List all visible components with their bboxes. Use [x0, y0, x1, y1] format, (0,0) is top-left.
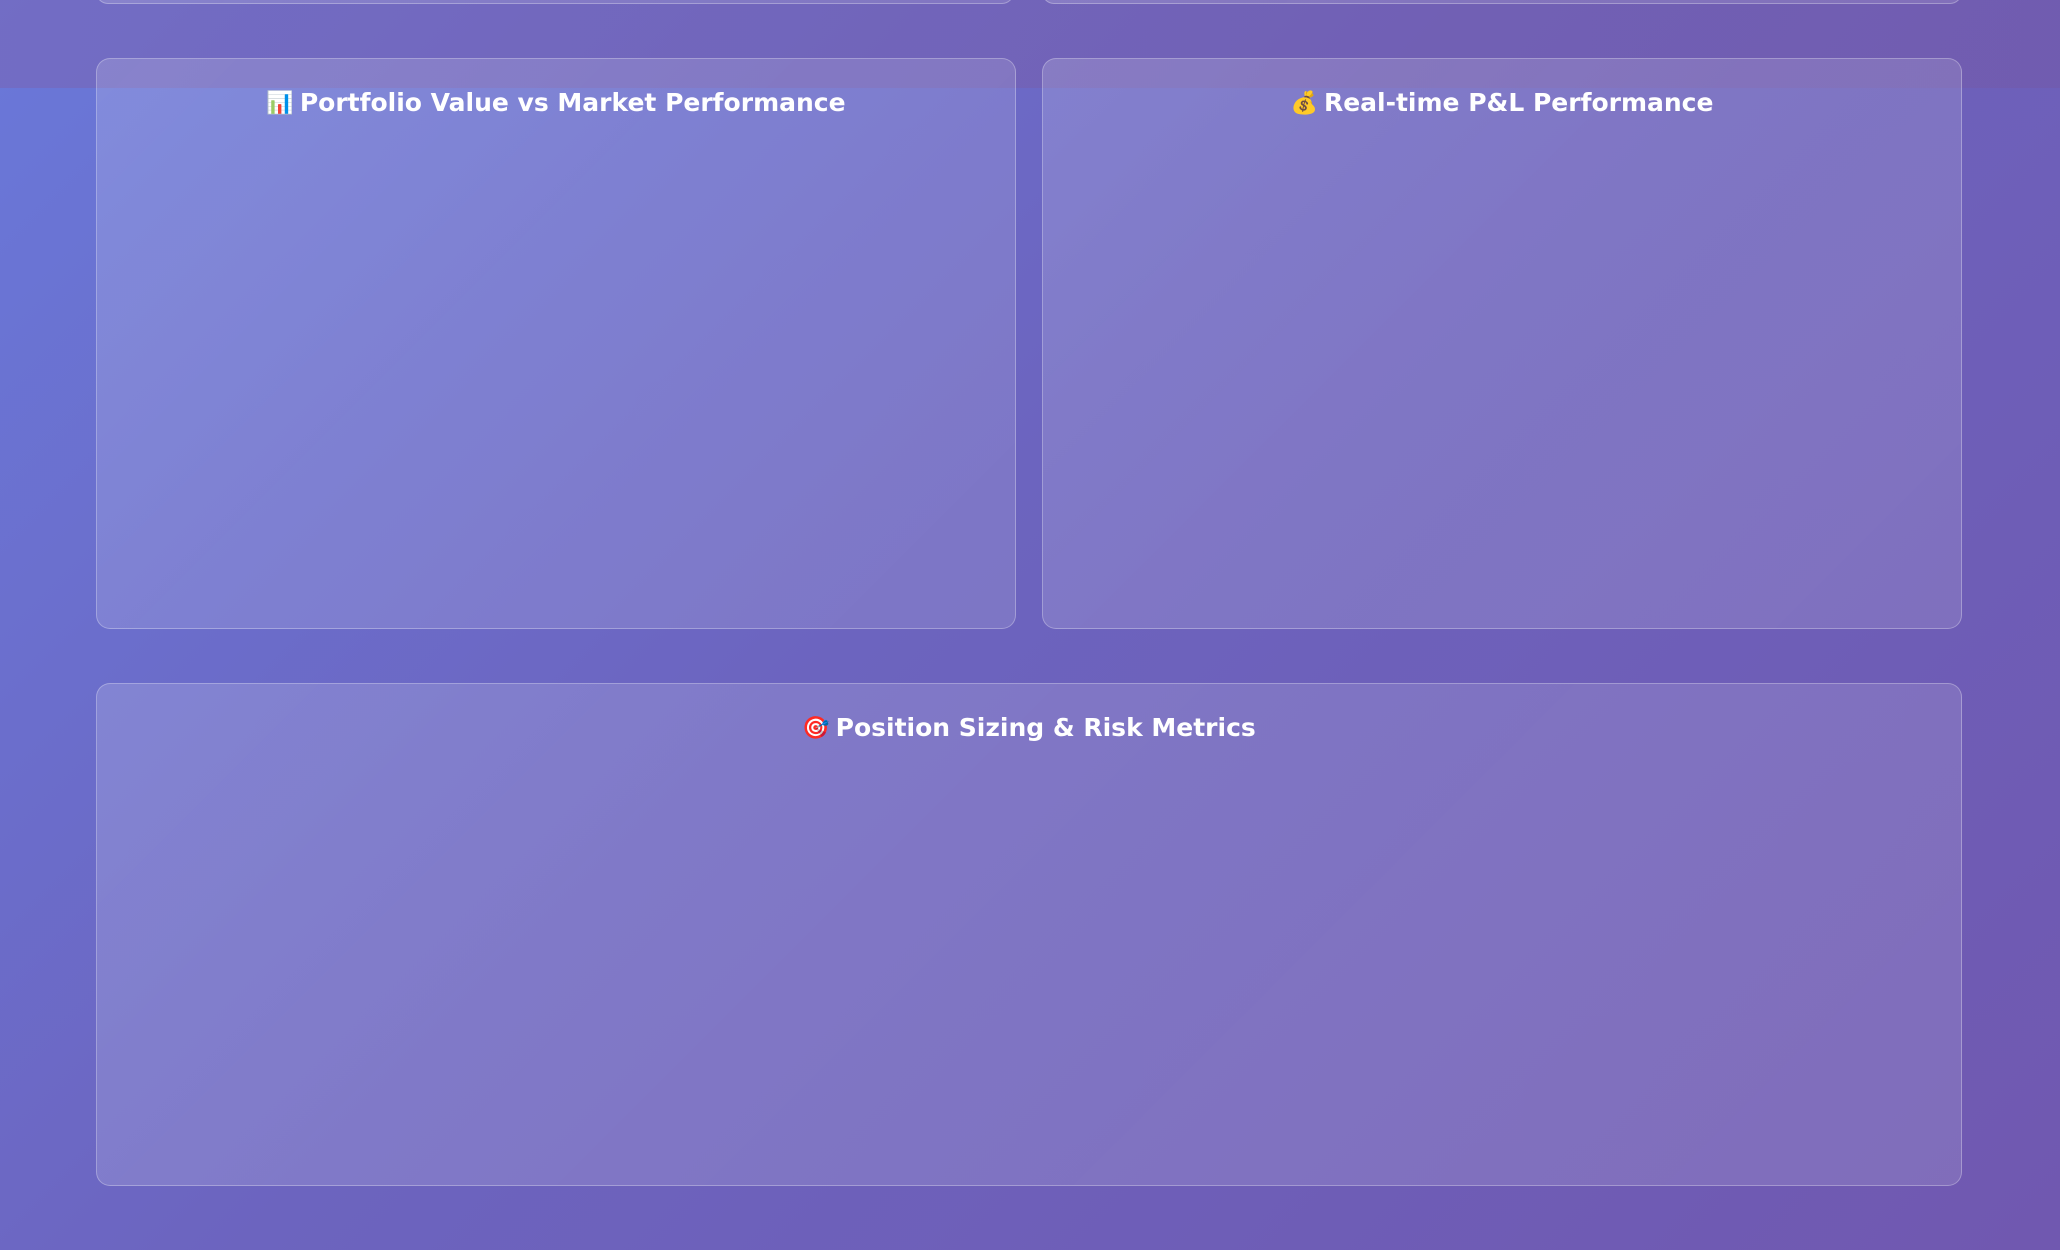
pnl-chart-area	[1067, 139, 1937, 608]
position-sizing-chart-area	[121, 764, 1937, 1165]
position-sizing-panel: 🎯 Position Sizing & Risk Metrics	[96, 683, 1962, 1186]
portfolio-chart-title-text: Portfolio Value vs Market Performance	[299, 88, 846, 117]
upper-panel-right-partial	[1042, 0, 1962, 4]
pnl-chart-panel: 💰 Real-time P&L Performance	[1042, 58, 1962, 629]
portfolio-chart-area	[121, 139, 991, 608]
position-sizing-title-text: Position Sizing & Risk Metrics	[835, 713, 1256, 742]
upper-panel-left-partial	[96, 0, 1014, 4]
bar-chart-icon: 📊	[266, 91, 294, 116]
position-sizing-title: 🎯 Position Sizing & Risk Metrics	[97, 712, 1961, 745]
pnl-chart-title-text: Real-time P&L Performance	[1323, 88, 1714, 117]
pnl-chart-title: 💰 Real-time P&L Performance	[1043, 87, 1961, 120]
target-icon: 🎯	[802, 716, 830, 741]
money-bag-icon: 💰	[1290, 91, 1318, 116]
portfolio-chart-title: 📊 Portfolio Value vs Market Performance	[97, 87, 1015, 120]
portfolio-chart-panel: 📊 Portfolio Value vs Market Performance	[96, 58, 1016, 629]
